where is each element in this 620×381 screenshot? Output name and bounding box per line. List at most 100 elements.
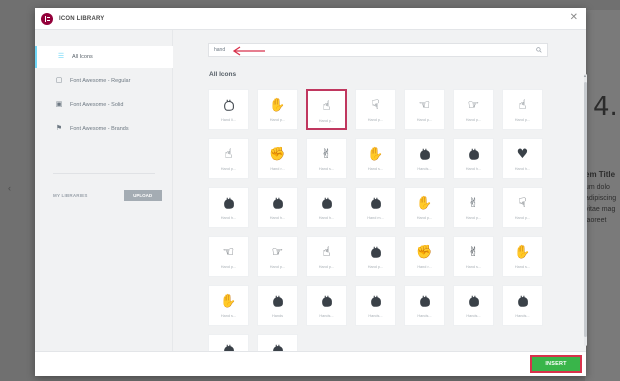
icon-tile[interactable]: ☞ Hand p... [257,236,298,277]
search-input-value[interactable]: hand [214,47,225,53]
close-icon[interactable]: ✕ [570,13,578,23]
sidebar: ☰ All Icons ▢ Font Awesome - Regular ▣ F… [35,30,173,351]
icon-tile[interactable]: ☟ Hand p... [502,187,543,228]
icon-tile[interactable]: ✊ Hand r... [404,236,445,277]
icon-tile[interactable]: Hands... [306,285,347,326]
icon-browser: hand All Icons Hand li... ✋ Hand p... ☝ Hand… [174,30,586,375]
handshake-alt-slash-icon [466,293,482,309]
icon-tile[interactable]: Hand m... [355,187,396,228]
hand-paper-icon: ✋ [269,97,286,113]
icon-tile[interactable]: ✋ Hand p... [404,187,445,228]
icon-tile-label: Hand p... [367,118,384,122]
icon-tile[interactable]: Hand h... [306,187,347,228]
icon-tile[interactable]: ☝ Hand p... [306,236,347,277]
icon-tile[interactable]: ☝ Hand p... [306,89,347,130]
icon-tile[interactable]: Hand li... [208,89,249,130]
sidebar-item-fa-brands[interactable]: ⚑ Font Awesome - Brands [35,118,173,140]
search-icon [536,47,542,53]
hand-point-right-solid-icon: ☞ [271,244,284,260]
icon-tile-label: Hand s... [220,314,237,318]
background-line: um dolo [585,184,610,191]
icon-tile-label: Hands [272,314,283,318]
icon-tile[interactable]: ✊ Hand r... [257,138,298,179]
hand-point-up-solid-icon: ☝ [322,244,331,260]
icon-tile-label: Hand li... [221,118,236,122]
sidebar-item-all-icons[interactable]: ☰ All Icons [35,46,173,68]
hand-lizard-solid-icon [319,195,335,211]
insert-button[interactable]: INSERT [530,355,582,373]
upload-button[interactable]: UPLOAD [123,190,162,201]
icon-tile[interactable]: Hand h... [208,187,249,228]
icon-tile-label: Hand p... [269,118,286,122]
icon-tile-label: Hand p... [465,118,482,122]
icon-tile-label: Hand p... [465,216,482,220]
sidebar-item-label: Font Awesome - Solid [70,102,124,108]
icon-tile[interactable]: ☝ Hand p... [208,138,249,179]
hand-holding-heart-icon: ♥ [516,146,529,162]
background-line: em Title [585,170,616,179]
icon-tile-label: Hand p... [220,265,237,269]
modal-header: ICON LIBRARY ✕ [35,8,586,30]
elementor-logo-icon [41,12,53,25]
hand-point-right-icon: ☞ [467,97,480,113]
hand-point-left-solid-icon: ☜ [222,244,235,260]
handshake-icon [417,146,433,162]
icon-tile[interactable]: Hands [257,285,298,326]
icon-tile-label: Hand h... [269,216,286,220]
icon-tile[interactable]: ✋ Hand p... [257,89,298,130]
sidebar-item-label: All Icons [72,54,93,60]
icon-tile[interactable]: Hand p... [355,236,396,277]
icon-tile-label: Hand s... [514,265,531,269]
icon-tile[interactable]: ✋ Hand s... [355,138,396,179]
icon-tile[interactable]: Hand h... [257,187,298,228]
hand-spock-solid-icon: ✋ [220,293,237,309]
icon-tile[interactable]: ☞ Hand p... [453,89,494,130]
icon-tile-label: Hand p... [367,265,384,269]
icon-tile[interactable]: ♥ Hand h... [502,138,543,179]
icon-tile[interactable]: Hands... [355,285,396,326]
hand-holding-medical-icon [221,195,237,211]
chevron-left-icon: ‹ [8,183,11,193]
hands-icon [270,293,286,309]
hand-sparkles-icon: ✋ [514,244,531,260]
icon-tile[interactable]: ☜ Hand p... [404,89,445,130]
icon-tile-label: Hand h... [318,216,335,220]
icon-tile[interactable]: ✌ Hand p... [453,187,494,228]
icon-tile[interactable]: ☜ Hand p... [208,236,249,277]
icon-tile-label: Hand m... [367,216,384,220]
icon-tile[interactable]: Hands... [404,138,445,179]
hand-scissors-solid-icon: ✌ [468,244,479,260]
sidebar-item-label: Font Awesome - Brands [70,126,129,132]
icon-tile[interactable]: Hand h... [453,138,494,179]
icon-tile[interactable]: ☟ Hand p... [355,89,396,130]
icon-tile[interactable]: Hands... [453,285,494,326]
icon-tile-label: Hands... [417,167,432,171]
hand-point-left-icon: ☜ [418,97,431,113]
scrollbar[interactable]: ▲ [583,74,588,346]
icon-tile[interactable]: Hands... [502,285,543,326]
icon-tile-label: Hand s... [318,167,335,171]
icon-tile[interactable]: ✋ Hand s... [208,285,249,326]
icon-tile-label: Hands... [368,314,383,318]
icon-tile-label: Hands... [515,314,530,318]
icon-tile-label: Hand p... [318,265,335,269]
scroll-up-icon[interactable]: ▲ [583,74,587,78]
sidebar-item-fa-solid[interactable]: ▣ Font Awesome - Solid [35,94,173,116]
scrollbar-thumb[interactable] [584,82,587,337]
icon-tile-label: Hand r... [270,167,285,171]
hands-wash-icon [368,293,384,309]
icon-tile[interactable]: ✌ Hand s... [453,236,494,277]
icon-tile[interactable]: ✋ Hand s... [502,236,543,277]
hands-helping-icon [319,293,335,309]
background-content: 4. em Title um dolo adipiscing vitae mag… [585,10,620,381]
icon-tile[interactable]: ✌ Hand s... [306,138,347,179]
icon-tile-label: Hand s... [367,167,384,171]
icon-tile[interactable]: ☝ Hand p... [502,89,543,130]
icon-tile-label: Hand h... [514,167,531,171]
my-libraries-label: MY LIBRARIES [53,193,88,198]
icon-tile-label: Hand p... [269,265,286,269]
icon-tile[interactable]: Hands... [404,285,445,326]
icon-tile-label: Hand p... [416,118,433,122]
hand-pointer-o-icon: ☝ [224,146,233,162]
sidebar-item-fa-regular[interactable]: ▢ Font Awesome - Regular [35,70,173,92]
